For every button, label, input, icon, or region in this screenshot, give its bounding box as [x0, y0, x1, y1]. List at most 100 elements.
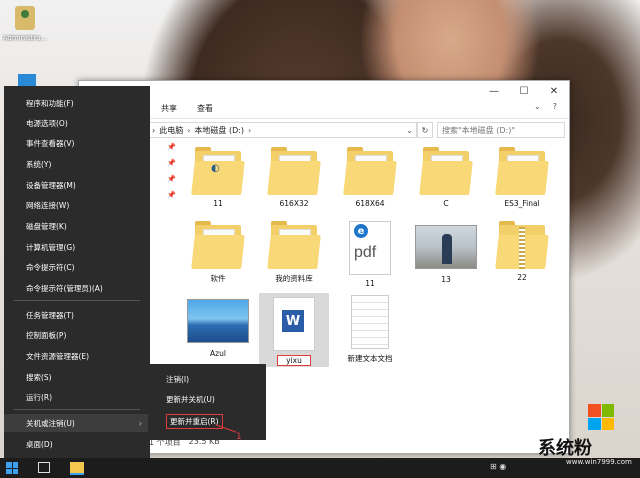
folder-icon — [419, 147, 473, 195]
file-item-label: C — [443, 199, 449, 208]
ribbon-help-area: ⌄ ? — [534, 102, 557, 111]
submenu-item-update-restart[interactable]: 更新并重启(R) — [148, 412, 266, 430]
menu-divider — [14, 409, 140, 410]
file-item-label: 22 — [517, 273, 527, 282]
rename-field[interactable]: yixu — [259, 355, 329, 366]
file-item-label: 618X64 — [355, 199, 385, 208]
menu-item-desktop[interactable]: 桌面(D) — [4, 435, 150, 453]
menu-item-control-panel[interactable]: 控制面板(P) — [4, 326, 150, 344]
rename-input[interactable]: yixu — [277, 355, 311, 366]
menu-item-command-prompt[interactable]: 命令提示符(C) — [4, 258, 150, 276]
windows-start-icon[interactable] — [6, 462, 18, 474]
menu-item-computer-management[interactable]: 计算机管理(G) — [4, 238, 150, 256]
menu-item-run[interactable]: 运行(R) — [4, 388, 150, 406]
file-item-label: 616X32 — [279, 199, 309, 208]
menu-item-disk-management[interactable]: 磁盘管理(K) — [4, 217, 150, 235]
word-file-icon: W — [273, 297, 315, 351]
submenu-item-sign-out[interactable]: 注销(I) — [148, 370, 266, 388]
submenu-item-update-restart-label: 更新并重启(R) — [166, 413, 223, 429]
winx-context-menu: 程序和功能(F) 电源选项(O) 事件查看器(V) 系统(Y) 设备管理器(M)… — [4, 86, 150, 458]
user-folder-icon — [15, 6, 35, 30]
chevron-right-icon[interactable]: › — [187, 126, 190, 135]
file-item-label: 我的资料库 — [275, 274, 313, 283]
file-item-folder[interactable]: C — [411, 147, 481, 208]
minimize-icon[interactable]: — — [479, 81, 509, 101]
pin-icon: 📌 — [167, 191, 176, 199]
chevron-right-icon: › — [139, 418, 142, 428]
annotation-number: 1 — [236, 432, 242, 442]
folder-icon — [191, 221, 245, 269]
image-thumbnail — [187, 299, 249, 343]
menu-item-command-prompt-admin[interactable]: 命令提示符(管理员)(A) — [4, 279, 150, 297]
windows-logo-watermark-icon — [588, 404, 614, 430]
watermark-url: www.win7999.com — [566, 458, 632, 466]
ribbon-tabs: 共享 查看 — [151, 101, 223, 116]
breadcrumb-drive-d[interactable]: 本地磁盘 (D:) — [194, 125, 244, 136]
maximize-icon[interactable]: ☐ — [509, 81, 539, 101]
menu-item-file-explorer[interactable]: 文件资源管理器(E) — [4, 347, 150, 365]
menu-item-search[interactable]: 搜索(S) — [4, 368, 150, 386]
text-file-icon — [351, 295, 389, 349]
chevron-down-icon[interactable]: ⌄ — [406, 126, 416, 135]
task-view-icon[interactable] — [38, 462, 50, 473]
tab-share[interactable]: 共享 — [151, 101, 187, 116]
menu-divider — [14, 300, 140, 301]
tab-view[interactable]: 查看 — [187, 101, 223, 116]
file-item-word-selected[interactable]: W yixu — [259, 293, 329, 367]
file-item-pdf[interactable]: e pdf 11 — [335, 221, 405, 288]
zip-folder-icon — [495, 221, 549, 269]
pdf-file-icon: e pdf — [349, 221, 391, 275]
folder-icon: ◐ — [191, 147, 245, 195]
file-explorer-taskbar-icon[interactable] — [70, 462, 84, 475]
chevron-right-icon[interactable]: › — [248, 126, 251, 135]
folder-icon — [343, 147, 397, 195]
menu-item-programs[interactable]: 程序和功能(F) — [4, 94, 150, 112]
file-item-label: Azul — [210, 349, 226, 358]
menu-item-system[interactable]: 系统(Y) — [4, 155, 150, 173]
pin-icon: 📌 — [167, 159, 176, 167]
menu-item-event-viewer[interactable]: 事件查看器(V) — [4, 134, 150, 152]
file-item-label: 软件 — [210, 274, 226, 283]
photo-thumbnail — [415, 225, 477, 269]
chevron-down-icon[interactable]: ⌄ — [534, 102, 541, 111]
file-item-text[interactable]: 新建文本文档 — [335, 295, 405, 364]
chevron-right-icon[interactable]: › — [152, 126, 155, 135]
file-item-label: 13 — [441, 275, 451, 284]
folder-icon — [495, 147, 549, 195]
file-item-photo[interactable]: 13 — [411, 221, 481, 284]
help-icon[interactable]: ? — [553, 102, 557, 111]
file-item-image[interactable]: Azul — [183, 295, 253, 358]
address-bar[interactable]: › 此电脑 › 本地磁盘 (D:) › ⌄ — [147, 122, 417, 138]
menu-item-power-options[interactable]: 电源选项(O) — [4, 114, 150, 132]
address-row: › 此电脑 › 本地磁盘 (D:) › ⌄ ↻ 搜索"本地磁盘 (D:)" — [139, 118, 569, 139]
menu-item-network[interactable]: 网络连接(W) — [4, 196, 150, 214]
refresh-icon[interactable]: ↻ — [417, 122, 433, 138]
menu-item-task-manager[interactable]: 任务管理器(T) — [4, 306, 150, 324]
file-item-label: ES3_Final — [504, 199, 540, 208]
word-icon: W — [282, 310, 304, 332]
file-item-label: 新建文本文档 — [347, 354, 393, 363]
desktop-icon-admin[interactable]: Administra... — [2, 6, 48, 42]
system-tray-icons[interactable]: ⊞ ◉ — [490, 462, 506, 471]
menu-item-shutdown[interactable]: 关机或注销(U) › — [4, 414, 150, 432]
file-item-folder[interactable]: 软件 — [183, 221, 253, 284]
window-controls: — ☐ ✕ — [479, 81, 569, 101]
title-bar[interactable]: — ☐ ✕ — [79, 81, 569, 101]
file-item-label: 11 — [213, 199, 223, 208]
shutdown-submenu: 注销(I) 更新并关机(U) 更新并重启(R) — [148, 364, 266, 440]
edge-icon: e — [354, 224, 368, 238]
close-icon[interactable]: ✕ — [539, 81, 569, 101]
menu-item-shutdown-label: 关机或注销(U) — [26, 418, 75, 428]
search-input[interactable]: 搜索"本地磁盘 (D:)" — [437, 122, 565, 138]
file-item-zip[interactable]: 22 — [487, 221, 557, 282]
submenu-item-update-shutdown[interactable]: 更新并关机(U) — [148, 390, 266, 408]
file-item-folder[interactable]: ◐ 11 — [183, 147, 253, 208]
desktop-icon-label: Administra... — [2, 34, 48, 42]
breadcrumb-this-pc[interactable]: 此电脑 — [159, 125, 183, 136]
file-item-folder[interactable]: ES3_Final — [487, 147, 557, 208]
file-item-folder[interactable]: 618X64 — [335, 147, 405, 208]
menu-item-device-manager[interactable]: 设备管理器(M) — [4, 176, 150, 194]
file-item-label: 11 — [365, 279, 375, 288]
file-item-folder[interactable]: 我的资料库 — [259, 221, 329, 284]
file-item-folder[interactable]: 616X32 — [259, 147, 329, 208]
